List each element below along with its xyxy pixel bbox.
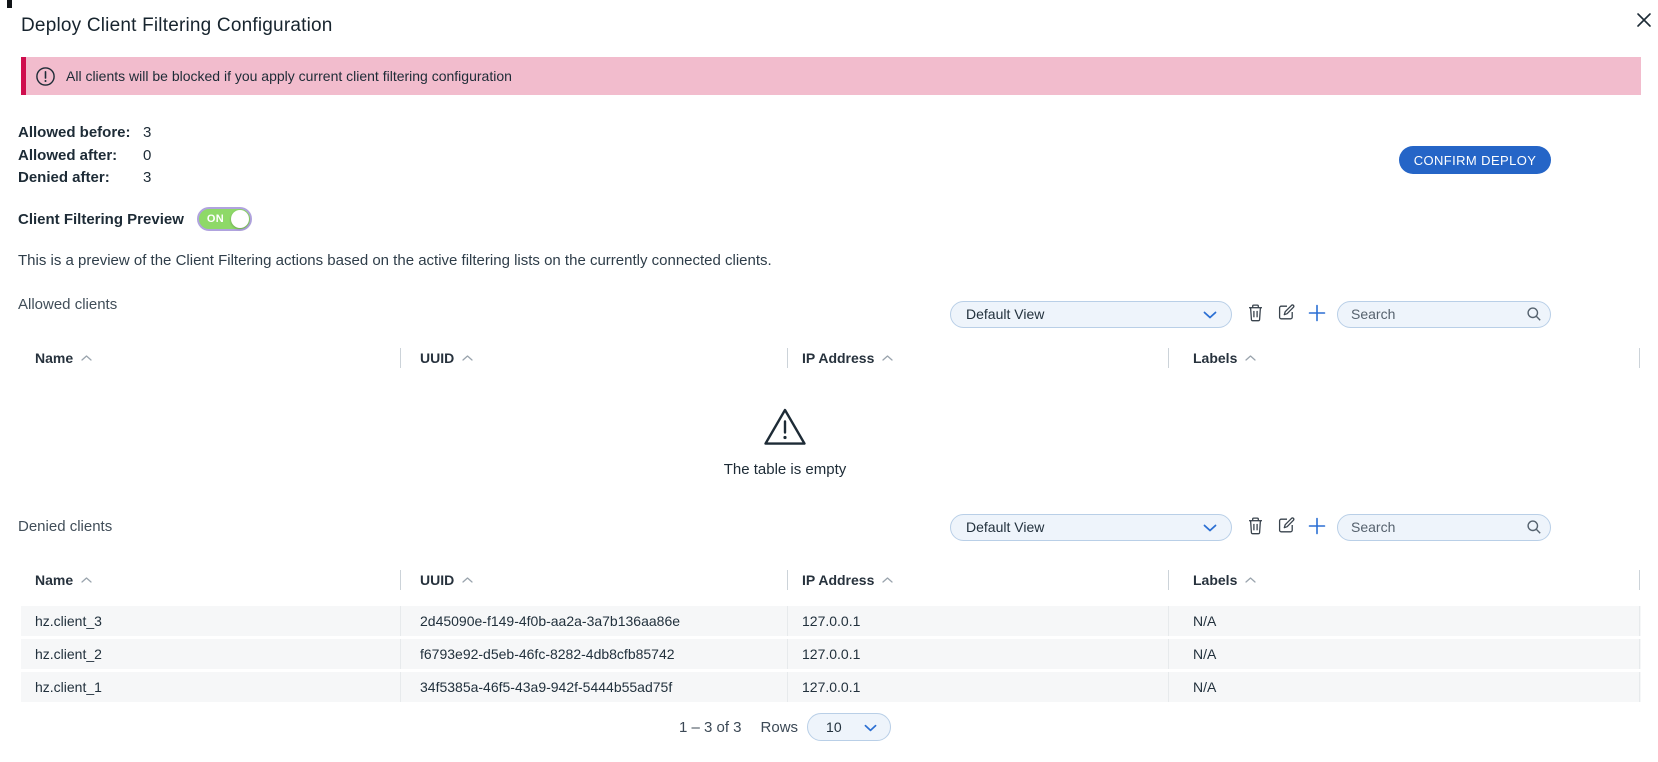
column-header-uuid[interactable]: UUID	[420, 567, 473, 593]
cursor-artifact	[7, 0, 12, 8]
delete-view-button[interactable]	[1247, 515, 1264, 539]
plus-icon	[1307, 516, 1327, 539]
deploy-stats: Allowed before: 3 Allowed after: 0 Denie…	[18, 122, 151, 190]
chevron-down-icon	[864, 724, 877, 732]
stat-value: 0	[143, 145, 151, 167]
pagination-range: 1 – 3 of 3	[679, 719, 742, 736]
search-input[interactable]	[1337, 301, 1551, 328]
pagination-bar: 1 – 3 of 3 Rows 10	[21, 713, 1549, 741]
client-filtering-preview-row: Client Filtering Preview ON	[18, 207, 252, 231]
stat-allowed-before: Allowed before: 3	[18, 122, 151, 144]
toggle-state-label: ON	[207, 209, 224, 229]
denied-view-select[interactable]: Default View	[950, 514, 1232, 541]
allowed-view-select[interactable]: Default View	[950, 301, 1232, 328]
edit-view-button[interactable]	[1277, 515, 1296, 539]
column-divider	[787, 348, 788, 368]
sort-chevron-icon	[882, 577, 893, 583]
sort-chevron-icon	[81, 355, 92, 361]
table-row[interactable]: hz.client_1 34f5385a-46f5-43a9-942f-5444…	[21, 672, 1641, 702]
warning-text: All clients will be blocked if you apply…	[66, 68, 512, 84]
edit-icon	[1277, 303, 1296, 325]
sort-chevron-icon	[882, 355, 893, 361]
chevron-down-icon	[1203, 524, 1217, 532]
column-divider	[400, 570, 401, 590]
delete-view-button[interactable]	[1247, 302, 1264, 326]
column-divider	[787, 570, 788, 590]
edit-view-button[interactable]	[1277, 302, 1296, 326]
denied-table-header: Name UUID IP Address Labels	[21, 567, 1641, 593]
stat-denied-after: Denied after: 3	[18, 167, 151, 189]
column-header-name[interactable]: Name	[35, 567, 92, 593]
column-header-labels[interactable]: Labels	[1193, 567, 1256, 593]
stat-value: 3	[143, 167, 151, 189]
edit-icon	[1277, 516, 1296, 538]
warning-triangle-icon	[762, 435, 808, 452]
search-input[interactable]	[1337, 514, 1551, 541]
column-divider	[1168, 570, 1169, 590]
sort-chevron-icon	[462, 355, 473, 361]
column-header-ip[interactable]: IP Address	[802, 567, 893, 593]
sort-chevron-icon	[1245, 355, 1256, 361]
confirm-deploy-button[interactable]: CONFIRM DEPLOY	[1399, 146, 1551, 174]
chevron-down-icon	[1203, 311, 1217, 319]
sort-chevron-icon	[462, 577, 473, 583]
deploy-client-filtering-dialog: Deploy Client Filtering Configuration Al…	[0, 0, 1658, 762]
close-icon[interactable]	[1632, 9, 1656, 33]
alert-circle-icon	[35, 66, 56, 87]
rows-per-page-label: Rows	[761, 719, 799, 736]
column-header-name[interactable]: Name	[35, 345, 92, 371]
empty-state	[21, 406, 1549, 453]
column-divider	[1639, 348, 1640, 368]
trash-icon	[1247, 516, 1264, 538]
allowed-table-controls: Default View	[950, 300, 1551, 328]
add-view-button[interactable]	[1307, 302, 1327, 326]
page-title: Deploy Client Filtering Configuration	[21, 14, 333, 38]
column-divider	[1168, 348, 1169, 368]
column-header-ip[interactable]: IP Address	[802, 345, 893, 371]
preview-description: This is a preview of the Client Filterin…	[18, 252, 772, 269]
plus-icon	[1307, 303, 1327, 326]
allowed-table-header: Name UUID IP Address Labels	[21, 345, 1641, 371]
denied-clients-title: Denied clients	[18, 517, 112, 537]
stat-value: 3	[143, 122, 151, 144]
column-divider	[400, 348, 401, 368]
denied-search-box	[1337, 514, 1551, 541]
table-row[interactable]: hz.client_2 f6793e92-d5eb-46fc-8282-4db8…	[21, 639, 1641, 669]
column-header-uuid[interactable]: UUID	[420, 345, 473, 371]
column-divider	[1639, 570, 1640, 590]
client-filtering-preview-toggle[interactable]: ON	[197, 207, 252, 231]
stat-allowed-after: Allowed after: 0	[18, 145, 151, 167]
sort-chevron-icon	[1245, 577, 1256, 583]
table-row[interactable]: hz.client_3 2d45090e-f149-4f0b-aa2a-3a7b…	[21, 606, 1641, 636]
rows-per-page-select[interactable]: 10	[807, 713, 891, 741]
preview-toggle-label: Client Filtering Preview	[18, 211, 184, 228]
trash-icon	[1247, 303, 1264, 325]
add-view-button[interactable]	[1307, 515, 1327, 539]
warning-banner: All clients will be blocked if you apply…	[21, 57, 1641, 95]
allowed-clients-title: Allowed clients	[18, 295, 117, 315]
allowed-search-box	[1337, 301, 1551, 328]
denied-table-controls: Default View	[950, 513, 1551, 541]
toggle-knob	[231, 210, 249, 228]
sort-chevron-icon	[81, 577, 92, 583]
column-header-labels[interactable]: Labels	[1193, 345, 1256, 371]
empty-state-text: The table is empty	[21, 460, 1549, 480]
